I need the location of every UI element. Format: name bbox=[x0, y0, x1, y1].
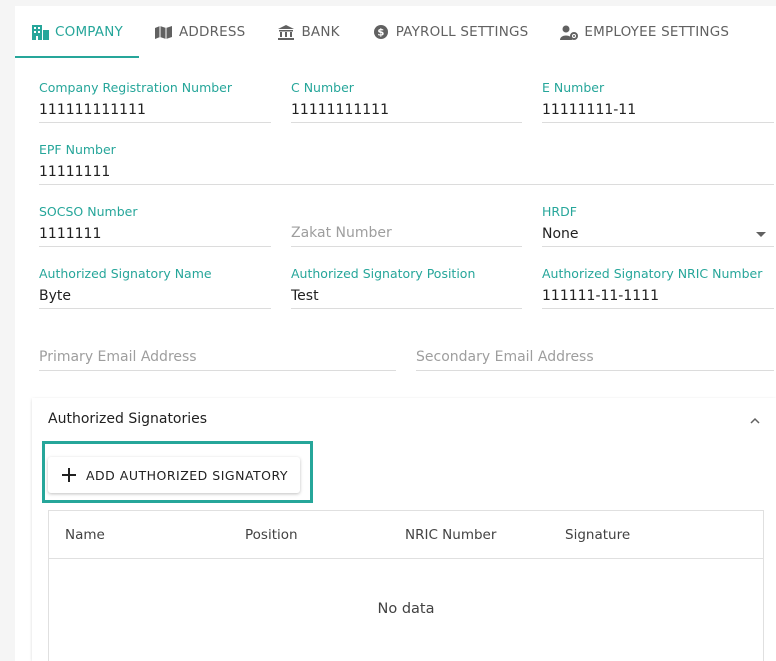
field-value: 11111111-11 bbox=[542, 102, 637, 118]
tab-label: PAYROLL SETTINGS bbox=[395, 24, 529, 40]
field-underline bbox=[542, 246, 774, 247]
field-underline bbox=[291, 308, 522, 309]
field-label: HRDF bbox=[542, 204, 577, 219]
field-value: 11111111111 bbox=[291, 102, 389, 118]
tab-label: BANK bbox=[301, 24, 340, 40]
zakat-number-field[interactable]: Zakat Number bbox=[291, 204, 522, 247]
field-label: Authorized Signatory NRIC Number bbox=[542, 266, 763, 281]
field-underline bbox=[542, 308, 774, 309]
company-icon bbox=[31, 24, 49, 40]
settings-tabs: COMPANY ADDRESS BANK $ PAYROLL SETTINGS … bbox=[15, 6, 776, 58]
tab-label: EMPLOYEE SETTINGS bbox=[584, 24, 730, 40]
caret-down-icon[interactable] bbox=[756, 232, 766, 237]
epf-number-field[interactable]: EPF Number 11111111 bbox=[39, 142, 774, 185]
empty-state-text: No data bbox=[377, 601, 435, 617]
column-header-signature[interactable]: Signature bbox=[565, 511, 630, 559]
field-placeholder: Zakat Number bbox=[291, 225, 392, 241]
company-registration-number-field[interactable]: Company Registration Number 111111111111 bbox=[39, 80, 271, 123]
signatories-table: Name Position NRIC Number Signature No d… bbox=[48, 510, 764, 661]
e-number-field[interactable]: E Number 11111111-11 bbox=[542, 80, 774, 123]
c-number-field[interactable]: C Number 11111111111 bbox=[291, 80, 522, 123]
dollar-icon: $ bbox=[372, 24, 390, 40]
field-label: E Number bbox=[542, 80, 605, 95]
tab-payroll-settings[interactable]: $ PAYROLL SETTINGS bbox=[356, 6, 545, 58]
bank-icon bbox=[277, 24, 295, 40]
tab-label: ADDRESS bbox=[178, 24, 246, 40]
field-label: C Number bbox=[291, 80, 354, 95]
field-label: Authorized Signatory Position bbox=[291, 266, 476, 281]
field-value: 1111111 bbox=[39, 226, 102, 242]
field-underline bbox=[39, 308, 271, 309]
chevron-up-icon[interactable] bbox=[750, 416, 760, 426]
table-header: Name Position NRIC Number Signature bbox=[49, 511, 763, 559]
column-header-name[interactable]: Name bbox=[65, 511, 105, 559]
field-value: 11111111 bbox=[39, 164, 111, 180]
tab-address[interactable]: ADDRESS bbox=[139, 6, 261, 58]
tab-label: COMPANY bbox=[55, 24, 123, 40]
field-underline bbox=[39, 246, 271, 247]
field-value: 111111-11-1111 bbox=[542, 288, 659, 304]
svg-text:$: $ bbox=[377, 28, 384, 39]
field-label: Authorized Signatory Name bbox=[39, 266, 212, 281]
signatory-position-field[interactable]: Authorized Signatory Position Test bbox=[291, 266, 522, 309]
field-placeholder: Secondary Email Address bbox=[416, 349, 594, 365]
map-icon bbox=[155, 24, 173, 40]
field-underline bbox=[39, 370, 396, 371]
authorized-signatories-panel: Authorized Signatories ADD AUTHORIZED SI… bbox=[32, 398, 776, 661]
socso-number-field[interactable]: SOCSO Number 1111111 bbox=[39, 204, 271, 247]
field-value: 111111111111 bbox=[39, 102, 146, 118]
field-underline bbox=[291, 122, 522, 123]
field-underline bbox=[39, 122, 271, 123]
field-label: SOCSO Number bbox=[39, 204, 138, 219]
field-label: Company Registration Number bbox=[39, 80, 233, 95]
secondary-email-field[interactable]: Secondary Email Address bbox=[416, 328, 774, 371]
button-label: ADD AUTHORIZED SIGNATORY bbox=[86, 467, 289, 483]
company-settings-page: COMPANY ADDRESS BANK $ PAYROLL SETTINGS … bbox=[0, 0, 776, 661]
panel-title: Authorized Signatories bbox=[48, 411, 208, 427]
plus-icon bbox=[62, 468, 76, 482]
column-header-position[interactable]: Position bbox=[245, 511, 298, 559]
field-value: Test bbox=[291, 288, 319, 304]
field-underline bbox=[291, 246, 522, 247]
hrdf-select[interactable]: HRDF None bbox=[542, 204, 774, 247]
column-header-nric[interactable]: NRIC Number bbox=[405, 511, 496, 559]
tab-employee-settings[interactable]: EMPLOYEE SETTINGS bbox=[544, 6, 745, 58]
left-strip bbox=[0, 0, 15, 661]
add-authorized-signatory-button[interactable]: ADD AUTHORIZED SIGNATORY bbox=[48, 457, 300, 493]
tab-company[interactable]: COMPANY bbox=[15, 6, 139, 58]
user-cog-icon bbox=[560, 24, 579, 40]
field-underline bbox=[39, 184, 774, 185]
select-value: None bbox=[542, 226, 579, 242]
signatory-nric-field[interactable]: Authorized Signatory NRIC Number 111111-… bbox=[542, 266, 774, 309]
signatory-name-field[interactable]: Authorized Signatory Name Byte bbox=[39, 266, 271, 309]
field-underline bbox=[416, 370, 774, 371]
tab-bank[interactable]: BANK bbox=[261, 6, 355, 58]
primary-email-field[interactable]: Primary Email Address bbox=[39, 328, 396, 371]
field-placeholder: Primary Email Address bbox=[39, 349, 197, 365]
field-underline bbox=[542, 122, 774, 123]
field-label: EPF Number bbox=[39, 142, 116, 157]
field-value: Byte bbox=[39, 288, 71, 304]
